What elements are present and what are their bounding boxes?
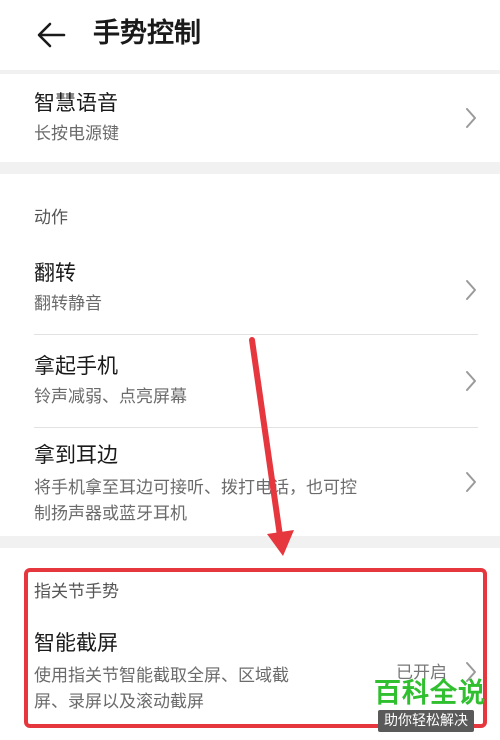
flip-item[interactable]: 翻转 翻转静音 bbox=[0, 246, 500, 334]
back-arrow-icon[interactable] bbox=[34, 18, 68, 52]
section-label-actions: 动作 bbox=[34, 208, 68, 228]
page-title: 手势控制 bbox=[93, 18, 201, 49]
smart-voice-item[interactable]: 智慧语音 长按电源键 bbox=[0, 74, 500, 162]
chevron-right-icon bbox=[466, 280, 476, 300]
watermark-subtitle: 助你轻松解决 bbox=[378, 710, 474, 732]
item-title: 拿起手机 bbox=[34, 354, 118, 378]
chevron-right-icon bbox=[466, 472, 476, 492]
top-bar: 手势控制 bbox=[0, 0, 500, 70]
chevron-right-icon bbox=[466, 371, 476, 391]
item-title: 翻转 bbox=[34, 261, 76, 285]
actions-card: 动作 翻转 翻转静音 拿起手机 铃声减弱、点亮屏幕 拿到耳边 将手机拿至耳边可接… bbox=[0, 174, 500, 536]
watermark-title: 百科全说 bbox=[374, 678, 486, 709]
pick-up-phone-item[interactable]: 拿起手机 铃声减弱、点亮屏幕 bbox=[0, 335, 500, 427]
item-subtitle-line2: 制扬声器或蓝牙耳机 bbox=[34, 504, 187, 524]
item-title: 拿到耳边 bbox=[34, 443, 118, 467]
raise-to-ear-item[interactable]: 拿到耳边 将手机拿至耳边可接听、拨打电话，也可控 制扬声器或蓝牙耳机 bbox=[0, 428, 500, 536]
item-subtitle: 长按电源键 bbox=[34, 124, 119, 144]
item-title: 智慧语音 bbox=[34, 91, 118, 115]
item-subtitle: 铃声减弱、点亮屏幕 bbox=[34, 387, 187, 407]
item-subtitle: 翻转静音 bbox=[34, 294, 102, 314]
chevron-right-icon bbox=[466, 108, 476, 128]
watermark-logo: 百科全说 助你轻松解决 bbox=[368, 676, 494, 736]
item-subtitle-line1: 将手机拿至耳边可接听、拨打电话，也可控 bbox=[34, 478, 357, 498]
voice-card: 智慧语音 长按电源键 bbox=[0, 74, 500, 162]
